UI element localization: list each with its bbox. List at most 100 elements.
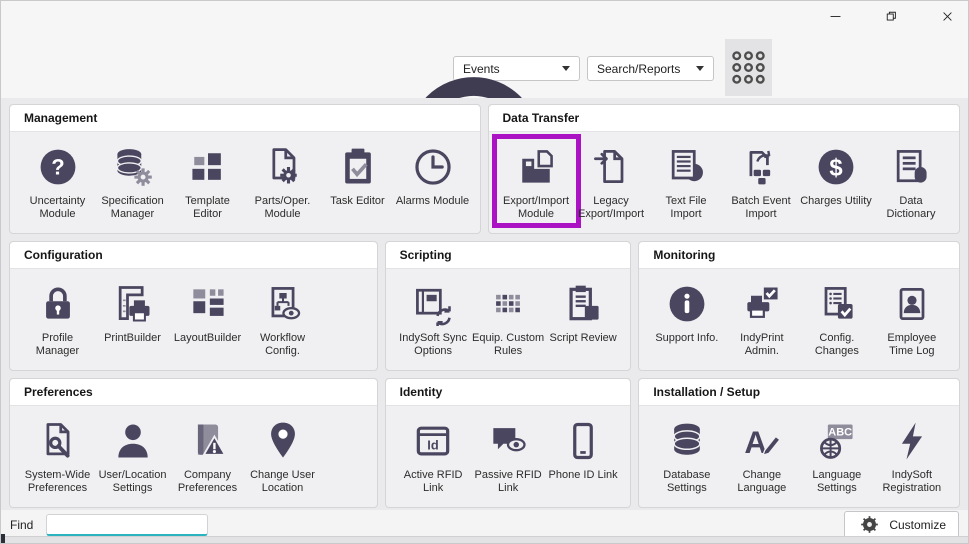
minimize-button[interactable] [827,8,844,25]
tile-label: Parts/Oper. Module [245,195,320,221]
person-card-icon [890,278,934,330]
tile-template-editor[interactable]: Template Editor [170,141,245,221]
tile-support-info[interactable]: Support Info. [649,278,724,358]
tile-label: Data Dictionary [874,195,949,221]
question-circle-icon: ? [36,141,80,193]
tile-uncertainty-module[interactable]: ?Uncertainty Module [20,141,95,221]
tile-employee-time-log[interactable]: Employee Time Log [874,278,949,358]
svg-text:ABC: ABC [828,427,852,439]
clipboard-check-icon [336,141,380,193]
tile-indysoft-sync-options[interactable]: IndySoft Sync Options [396,278,471,358]
section-title: Management [10,105,480,132]
data-dictionary-icon [889,141,933,193]
tile-label: Profile Manager [20,332,95,358]
tile-config-changes[interactable]: Config. Changes [799,278,874,358]
tile-indyprint-admin[interactable]: IndyPrint Admin. [724,278,799,358]
tile-export-import-module[interactable]: Export/Import Module [499,141,574,221]
tile-indysoft-registration[interactable]: IndySoft Registration [874,415,949,495]
workflow-eye-icon [261,278,305,330]
find-label: Find [10,518,33,532]
section-title: Monitoring [639,242,959,269]
section-configuration: Configuration Profile Manager PrintBuilder… [9,241,378,371]
tile-change-language[interactable]: AChange Language [724,415,799,495]
tile-task-editor[interactable]: Task Editor [320,141,395,221]
title-bar [1,1,968,40]
customize-button[interactable]: Customize [844,511,959,538]
speech-eye-icon [486,415,530,467]
svg-text:Id: Id [427,437,438,452]
tile-label: Batch Event Import [724,195,799,221]
section-management: Management ?Uncertainty ModuleSpecificati… [9,104,481,234]
tile-company-preferences[interactable]: Company Preferences [170,415,245,495]
restore-button[interactable] [883,8,900,25]
gear-icon [857,512,882,537]
doc-check-icon [815,278,859,330]
tile-parts-oper-module[interactable]: Parts/Oper. Module [245,141,320,221]
section-title: Configuration [10,242,377,269]
lightning-icon [890,415,934,467]
layout-grid-icon [186,278,230,330]
tile-label: Change Language [724,469,799,495]
tile-batch-event-import[interactable]: Batch Event Import [724,141,799,221]
tile-workflow-config[interactable]: Workflow Config. [245,278,320,358]
clipboard-square-icon [561,278,605,330]
lock-icon [36,278,80,330]
minimize-icon [827,8,844,25]
tile-label: Script Review [549,332,616,345]
tile-script-review[interactable]: Script Review [546,278,621,358]
tile-label: Template Editor [170,195,245,221]
tile-user-location-settings[interactable]: User/Location Settings [95,415,170,495]
database-gear-icon [111,141,155,193]
tile-passive-rfid-link[interactable]: Passive RFID Link [471,415,546,495]
abc-globe-icon: ABC [815,415,859,467]
tile-equip-custom-rules[interactable]: Equip. Custom Rules [471,278,546,358]
close-icon [939,8,956,25]
tile-label: LayoutBuilder [174,332,241,345]
tile-database-settings[interactable]: Database Settings [649,415,724,495]
tile-profile-manager[interactable]: Profile Manager [20,278,95,358]
tile-language-settings[interactable]: ABCLanguage Settings [799,415,874,495]
tile-label: Phone ID Link [549,469,618,482]
tile-specification-manager[interactable]: Specification Manager [95,141,170,221]
section-data-transfer: Data Transfer Export/Import ModuleLegacy … [488,104,961,234]
tile-change-user-location[interactable]: Change User Location [245,415,320,495]
person-icon [111,415,155,467]
corner-notch [1,534,5,543]
printer-ruler-icon [111,278,155,330]
tile-alarms-module[interactable]: Alarms Module [395,141,470,221]
window-sync-icon [411,278,455,330]
tile-text-file-import[interactable]: Text File Import [649,141,724,221]
dollar-circle-icon: $ [814,141,858,193]
module-sections: Management ?Uncertainty ModuleSpecificati… [1,98,968,511]
tile-system-wide-preferences[interactable]: System-Wide Preferences [20,415,95,495]
footer-bar: Find Customize [1,510,968,539]
section-identity: IdentityIdActive RFID LinkPassive RFID L… [385,378,632,508]
tile-label: Export/Import Module [499,195,574,221]
svg-text:?: ? [51,154,64,179]
info-circle-icon [665,278,709,330]
tiles-icon [186,141,230,193]
tile-data-dictionary[interactable]: Data Dictionary [874,141,949,221]
tile-phone-id-link[interactable]: Phone ID Link [546,415,621,495]
page-arrow-icon [589,141,633,193]
tile-label: Passive RFID Link [471,469,546,495]
section-title: Data Transfer [489,105,960,132]
tile-layoutbuilder[interactable]: LayoutBuilder [170,278,245,358]
tile-legacy-export-import[interactable]: Legacy Export/Import [574,141,649,221]
tile-active-rfid-link[interactable]: IdActive RFID Link [396,415,471,495]
close-button[interactable] [939,8,956,25]
tile-label: Support Info. [655,332,718,345]
tile-label: Company Preferences [170,469,245,495]
tile-label: Config. Changes [799,332,874,358]
tile-label: PrintBuilder [104,332,161,345]
tile-printbuilder[interactable]: PrintBuilder [95,278,170,358]
restore-icon [883,8,900,25]
section-title: Preferences [10,379,377,406]
tile-label: User/Location Settings [95,469,170,495]
tile-label: IndySoft Registration [874,469,949,495]
find-input[interactable] [46,514,208,536]
doc-wrench-icon [36,415,80,467]
tile-charges-utility[interactable]: $Charges Utility [799,141,874,221]
tile-label: Legacy Export/Import [574,195,649,221]
tile-label: Equip. Custom Rules [471,332,546,358]
